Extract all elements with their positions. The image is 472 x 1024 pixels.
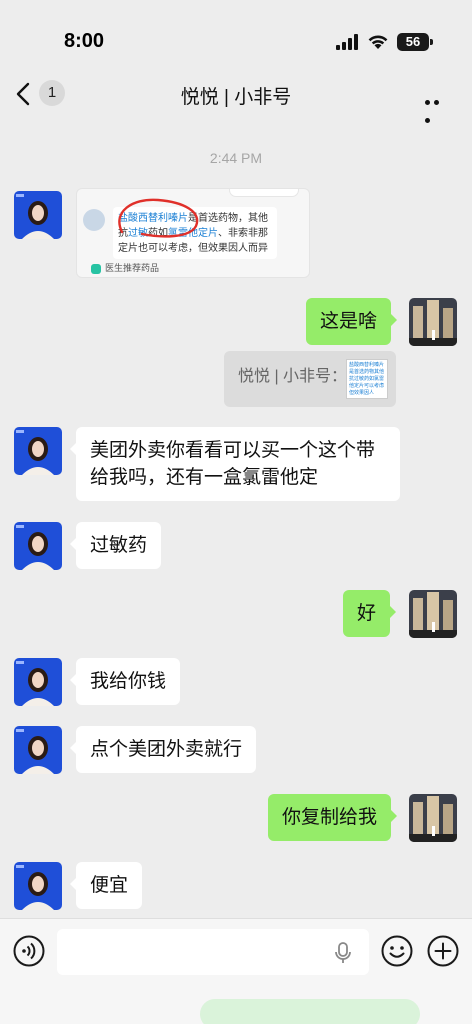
my-avatar[interactable] [409,590,457,638]
mic-icon[interactable] [332,941,354,965]
contact-avatar[interactable] [14,862,62,910]
contact-avatar[interactable] [14,522,62,570]
quoted-message[interactable]: 悦悦 | 小非号： 盐酸西替利嗪片是首选药物其他抗过敏药如氯雷他定片可以考虑但效… [224,351,396,407]
doctor-avatar [83,209,105,231]
cellular-signal-icon [336,34,358,50]
contact-avatar[interactable] [14,427,62,475]
battery-icon: 56 [397,33,433,51]
contact-avatar[interactable] [14,726,62,774]
chat-bubble[interactable]: 这是啥 [306,298,398,345]
input-bar [0,918,472,1024]
voice-icon[interactable] [13,935,45,967]
chat-bubble[interactable]: 美团外卖你看看可以买一个这个带给我吗，还有一盒氯雷他定 [70,427,400,501]
chat-bubble[interactable]: 点个美团外卖就行 [69,726,257,773]
status-bar: 8:00 56 [0,0,472,68]
red-circle-annotation [118,198,199,238]
chat-bubble[interactable]: 好 [343,590,397,637]
chat-bubble[interactable]: 你复制给我 [268,794,398,841]
chat-bubble[interactable]: 过敏药 [69,522,162,569]
my-avatar[interactable] [409,794,457,842]
plus-icon[interactable] [427,935,459,967]
quote-text: 悦悦 | 小非号： [238,368,348,385]
more-icon[interactable] [425,92,451,123]
recommend-footer: 医生推荐药品 [91,261,159,274]
contact-avatar[interactable] [14,658,62,706]
chat-header: 1 悦悦 | 小非号 [0,68,472,123]
chat-bubble[interactable]: 我给你钱 [69,658,181,705]
wifi-icon [368,35,388,49]
message-timestamp: 2:44 PM [209,150,263,166]
battery-level: 56 [397,33,429,51]
contact-avatar[interactable] [14,191,62,239]
message-input[interactable] [57,929,369,975]
chat-title: 悦悦 | 小非号 [180,87,292,108]
status-time: 8:00 [64,30,105,52]
my-avatar[interactable] [409,298,457,346]
chat-bubble[interactable]: 便宜 [69,862,143,909]
quote-thumbnail: 盐酸西替利嗪片是首选药物其他抗过敏药如氯雷他定片可以考虑但效果因人 [346,359,388,399]
home-indicator [200,999,420,1024]
emoji-icon[interactable] [381,935,413,967]
image-tag [229,189,299,197]
